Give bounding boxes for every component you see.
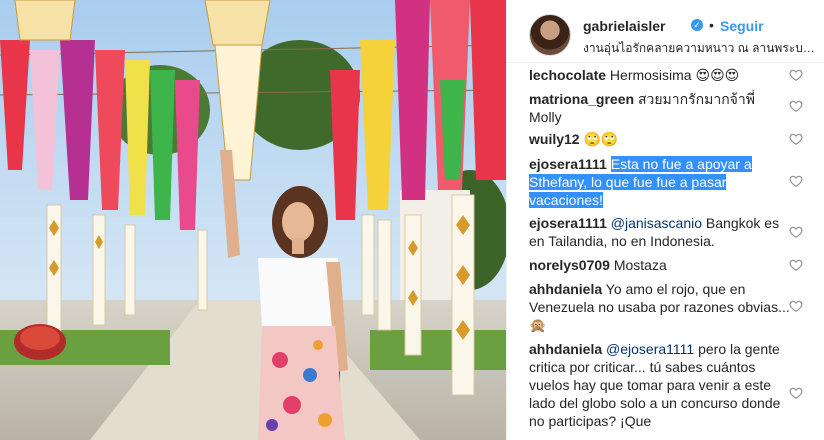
follow-button[interactable]: Seguir xyxy=(720,18,764,34)
avatar[interactable] xyxy=(529,14,571,56)
heart-outline-icon[interactable] xyxy=(789,386,803,400)
comment-item: norelys0709 Mostaza xyxy=(529,256,791,274)
comment-username[interactable]: ejosera1111 xyxy=(529,156,607,172)
comment-text: Mostaza xyxy=(613,257,667,273)
comment-text: 🙄🙄 xyxy=(583,131,619,147)
comment-item: matriona_green สวยมากรักมากจ้าพี่ Molly xyxy=(529,90,791,126)
heart-outline-icon[interactable] xyxy=(789,132,803,146)
comment-text: Hermosisima 😍😍😍 xyxy=(609,67,740,83)
comment-item: ejosera1111 @janisascanio Bangkok es en … xyxy=(529,214,791,250)
verified-badge-icon: ✓ xyxy=(691,19,703,31)
comment-item: wuily12 🙄🙄 xyxy=(529,130,791,148)
heart-outline-icon[interactable] xyxy=(789,299,803,313)
post-photo[interactable] xyxy=(0,0,506,440)
comment-mention[interactable]: @ejosera1111 xyxy=(606,341,694,357)
comment-username[interactable]: lechocolate xyxy=(529,67,606,83)
separator-dot: • xyxy=(709,17,714,33)
heart-outline-icon[interactable] xyxy=(789,258,803,272)
comment-username[interactable]: ahhdaniela xyxy=(529,281,602,297)
comment-username[interactable]: norelys0709 xyxy=(529,257,610,273)
comment-username[interactable]: ejosera1111 xyxy=(529,215,607,231)
photo-illustration xyxy=(0,0,506,440)
heart-outline-icon[interactable] xyxy=(789,225,803,239)
heart-outline-icon[interactable] xyxy=(789,99,803,113)
post-side-panel: gabrielaisler ✓ • Seguir งานอุ่นไอรักคลา… xyxy=(506,0,824,440)
post-header: gabrielaisler ✓ • Seguir งานอุ่นไอรักคลา… xyxy=(507,0,824,63)
comment-item: ejosera1111 Esta no fue a apoyar a Sthef… xyxy=(529,155,791,209)
comment-item: ahhdaniela @ejosera1111 pero la gente cr… xyxy=(529,340,791,430)
heart-outline-icon[interactable] xyxy=(789,174,803,188)
comment-item: ahhdaniela Yo amo el rojo, que en Venezu… xyxy=(529,280,791,334)
comment-item: lechocolate Hermosisima 😍😍😍 xyxy=(529,66,791,84)
comment-username[interactable]: ahhdaniela xyxy=(529,341,602,357)
post-location[interactable]: งานอุ่นไอรักคลายความหนาว ณ ลานพระบรมรู..… xyxy=(583,39,819,58)
comment-mention[interactable]: @janisascanio xyxy=(611,215,702,231)
post-username[interactable]: gabrielaisler xyxy=(583,18,666,34)
heart-outline-icon[interactable] xyxy=(789,68,803,82)
comment-username[interactable]: matriona_green xyxy=(529,91,634,107)
comment-username[interactable]: wuily12 xyxy=(529,131,580,147)
